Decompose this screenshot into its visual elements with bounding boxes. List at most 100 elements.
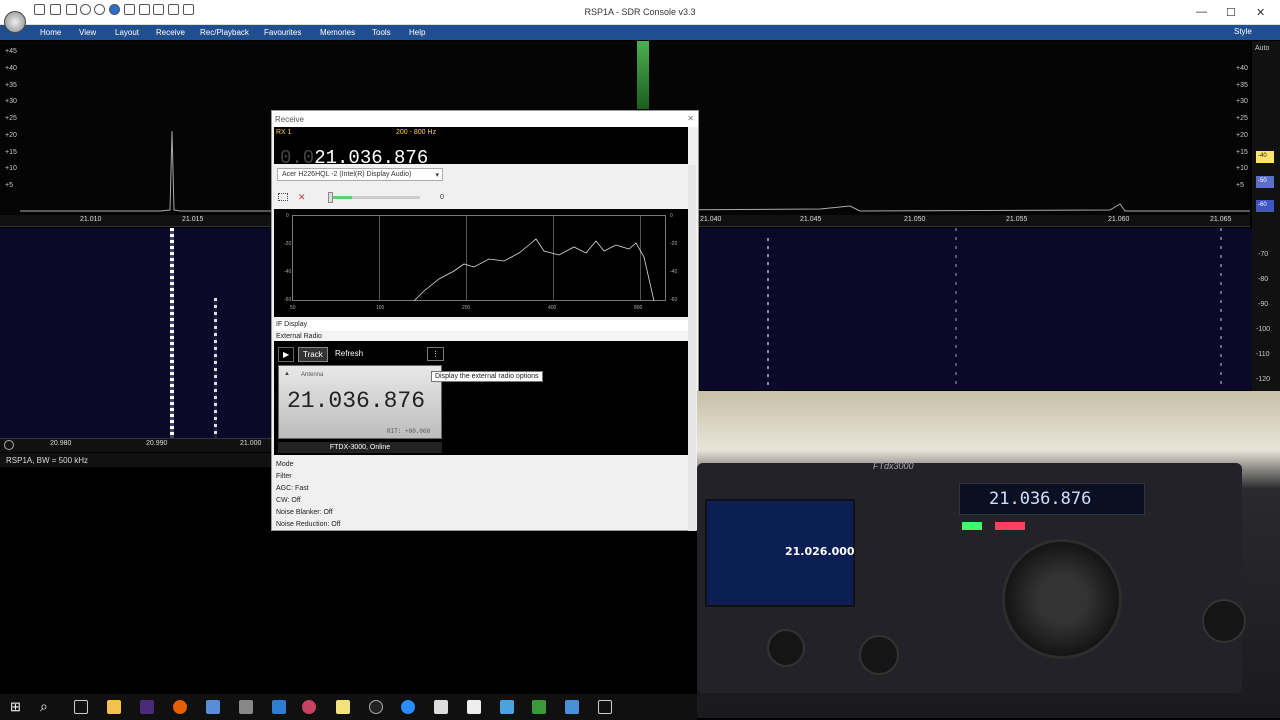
x-tick: 21.050 xyxy=(904,216,926,223)
audio-spectrum-plot: 0 -20 -40 -60 0 -20 -40 -60 50 100 200 4… xyxy=(274,209,688,317)
app-logo-icon[interactable] xyxy=(4,11,26,33)
equalizer-icon[interactable] xyxy=(278,193,288,201)
scale-label: -80 xyxy=(1258,276,1269,283)
clock-icon[interactable] xyxy=(4,440,14,450)
zoom-icon[interactable] xyxy=(401,700,415,714)
refresh-button[interactable]: Refresh xyxy=(331,347,367,360)
menu-layout[interactable]: Layout xyxy=(115,28,139,37)
x-tick: 21.010 xyxy=(80,216,102,223)
tuning-marker[interactable] xyxy=(637,41,649,109)
app-icon[interactable] xyxy=(369,700,383,714)
option-filter[interactable]: Filter xyxy=(274,471,688,483)
app-icon[interactable] xyxy=(467,700,481,714)
menu-receive[interactable]: Receive xyxy=(156,28,185,37)
x-tick: 21.065 xyxy=(1210,216,1232,223)
menu-favourites[interactable]: Favourites xyxy=(264,28,301,37)
option-noise-blanker[interactable]: Noise Blanker: Off xyxy=(274,507,688,519)
option-noise-reduction[interactable]: Noise Reduction: Off xyxy=(274,519,688,531)
menu-home[interactable]: Home xyxy=(40,28,61,37)
rx-panel: RX 1 200 - 800 Hz 0.021.036.876 xyxy=(274,127,688,169)
window-title: RSP1A - SDR Console v3.3 xyxy=(584,7,696,17)
dialog-scrollbar[interactable] xyxy=(688,165,696,531)
radio-main-frequency: 21.036.876 xyxy=(989,489,1092,509)
scale-label: -110 xyxy=(1256,351,1270,358)
menu-help[interactable]: Help xyxy=(409,28,425,37)
bandwidth-label: 200 - 800 Hz xyxy=(396,129,437,136)
tooltip: Display the external radio options xyxy=(431,371,543,382)
sdr-console-icon[interactable] xyxy=(302,700,316,714)
scale-label: -120 xyxy=(1256,376,1271,383)
options-icon[interactable]: ⋮ xyxy=(427,347,444,361)
waterfall-axis: 20.980 20.990 21.000 xyxy=(0,438,272,452)
scale-label: -70 xyxy=(1258,251,1269,258)
x-tick: 21.040 xyxy=(700,216,722,223)
app-icon[interactable] xyxy=(140,700,154,714)
volume-slider[interactable] xyxy=(328,192,420,203)
mute-icon[interactable]: ✕ xyxy=(298,192,306,203)
axis-tick: 20.980 xyxy=(50,440,72,447)
menu-memories[interactable]: Memories xyxy=(320,28,355,37)
windows-start-icon[interactable]: ⊞ xyxy=(10,699,21,715)
level-badge[interactable]: -40 xyxy=(1256,151,1274,163)
radio-lcd: ▲ Antenna 21.036.876 RIT: +00.000 xyxy=(278,365,442,439)
style-menu[interactable]: Style xyxy=(1234,27,1252,36)
radio-status: FTDX-3000, Online xyxy=(278,442,442,453)
audio-spectrum-trace xyxy=(413,238,655,302)
app-icon[interactable] xyxy=(532,700,546,714)
x-tick: 21.060 xyxy=(1108,216,1130,223)
frequency-display[interactable]: 0.021.036.876 xyxy=(280,147,428,169)
dialog-title: Receive xyxy=(272,111,698,127)
play-icon[interactable]: ▶ xyxy=(278,347,295,362)
app-icon[interactable] xyxy=(206,700,220,714)
auto-label[interactable]: Auto xyxy=(1255,45,1269,52)
level-scale[interactable]: Auto -40 -50 -60 -70 -80 -90 -100 -110 -… xyxy=(1252,41,1280,393)
menu-rec-playback[interactable]: Rec/Playback xyxy=(200,28,249,37)
option-cw[interactable]: CW: Off xyxy=(274,495,688,507)
close-button[interactable]: ✕ xyxy=(1256,6,1265,19)
x-tick: 21.015 xyxy=(182,216,204,223)
track-button[interactable]: Track xyxy=(298,347,328,362)
menu-tools[interactable]: Tools xyxy=(372,28,391,37)
audio-device-select[interactable]: Acer H226HQL -2 (Intel(R) Display Audio)… xyxy=(277,168,443,181)
option-agc[interactable]: AGC: Fast xyxy=(274,483,688,495)
app-icon[interactable] xyxy=(239,700,253,714)
receive-dialog[interactable]: Receive ✕ RX 1 200 - 800 Hz 0.021.036.87… xyxy=(271,110,699,531)
axis-tick: 20.990 xyxy=(146,440,168,447)
app-icon[interactable] xyxy=(598,700,612,714)
option-mode[interactable]: Mode xyxy=(274,459,688,471)
status-bar: RSP1A, BW = 500 kHz xyxy=(0,453,272,467)
app-icon[interactable] xyxy=(500,700,514,714)
file-explorer-icon[interactable] xyxy=(107,700,121,714)
app-icon[interactable] xyxy=(272,700,286,714)
axis-tick: 21.000 xyxy=(240,440,262,447)
taskbar: ⊞ ⌕ xyxy=(0,694,697,720)
x-tick: 21.045 xyxy=(800,216,822,223)
maximize-button[interactable]: ☐ xyxy=(1226,6,1236,19)
lcd-frequency: 21.036.876 xyxy=(287,388,426,414)
external-radio-panel: ▶ Track Refresh ⋮ ▲ Antenna 21.036.876 R… xyxy=(274,341,688,455)
level-badge[interactable]: -50 xyxy=(1256,176,1274,188)
menu-bar: Home View Layout Receive Rec/Playback Fa… xyxy=(0,25,1280,40)
radio-brand: FTdx3000 xyxy=(873,461,914,471)
level-badge[interactable]: -60 xyxy=(1256,200,1274,212)
scale-label: -90 xyxy=(1258,301,1269,308)
app-icon[interactable] xyxy=(565,700,579,714)
if-display-header[interactable]: IF Display xyxy=(274,320,688,331)
scale-label: -100 xyxy=(1256,326,1271,333)
waterfall-right[interactable] xyxy=(700,228,1252,390)
x-tick: 21.055 xyxy=(1006,216,1028,223)
radio-sub-frequency: 21.026.000 xyxy=(785,545,855,558)
minimize-button[interactable]: — xyxy=(1196,6,1207,18)
app-icon[interactable] xyxy=(434,700,448,714)
waterfall-left[interactable] xyxy=(0,228,272,438)
camera-feed: 21.026.000 FTdx3000 21.036.876 xyxy=(697,391,1280,718)
menu-view[interactable]: View xyxy=(79,28,96,37)
lcd-antenna: Antenna xyxy=(301,372,324,378)
task-view-icon[interactable] xyxy=(74,700,88,714)
dialog-close-icon[interactable]: ✕ xyxy=(687,114,694,123)
firefox-icon[interactable] xyxy=(173,700,187,714)
app-icon[interactable] xyxy=(336,700,350,714)
search-icon[interactable]: ⌕ xyxy=(40,698,48,715)
rx-label: RX 1 xyxy=(276,129,292,136)
volume-value: 0 xyxy=(440,194,444,201)
